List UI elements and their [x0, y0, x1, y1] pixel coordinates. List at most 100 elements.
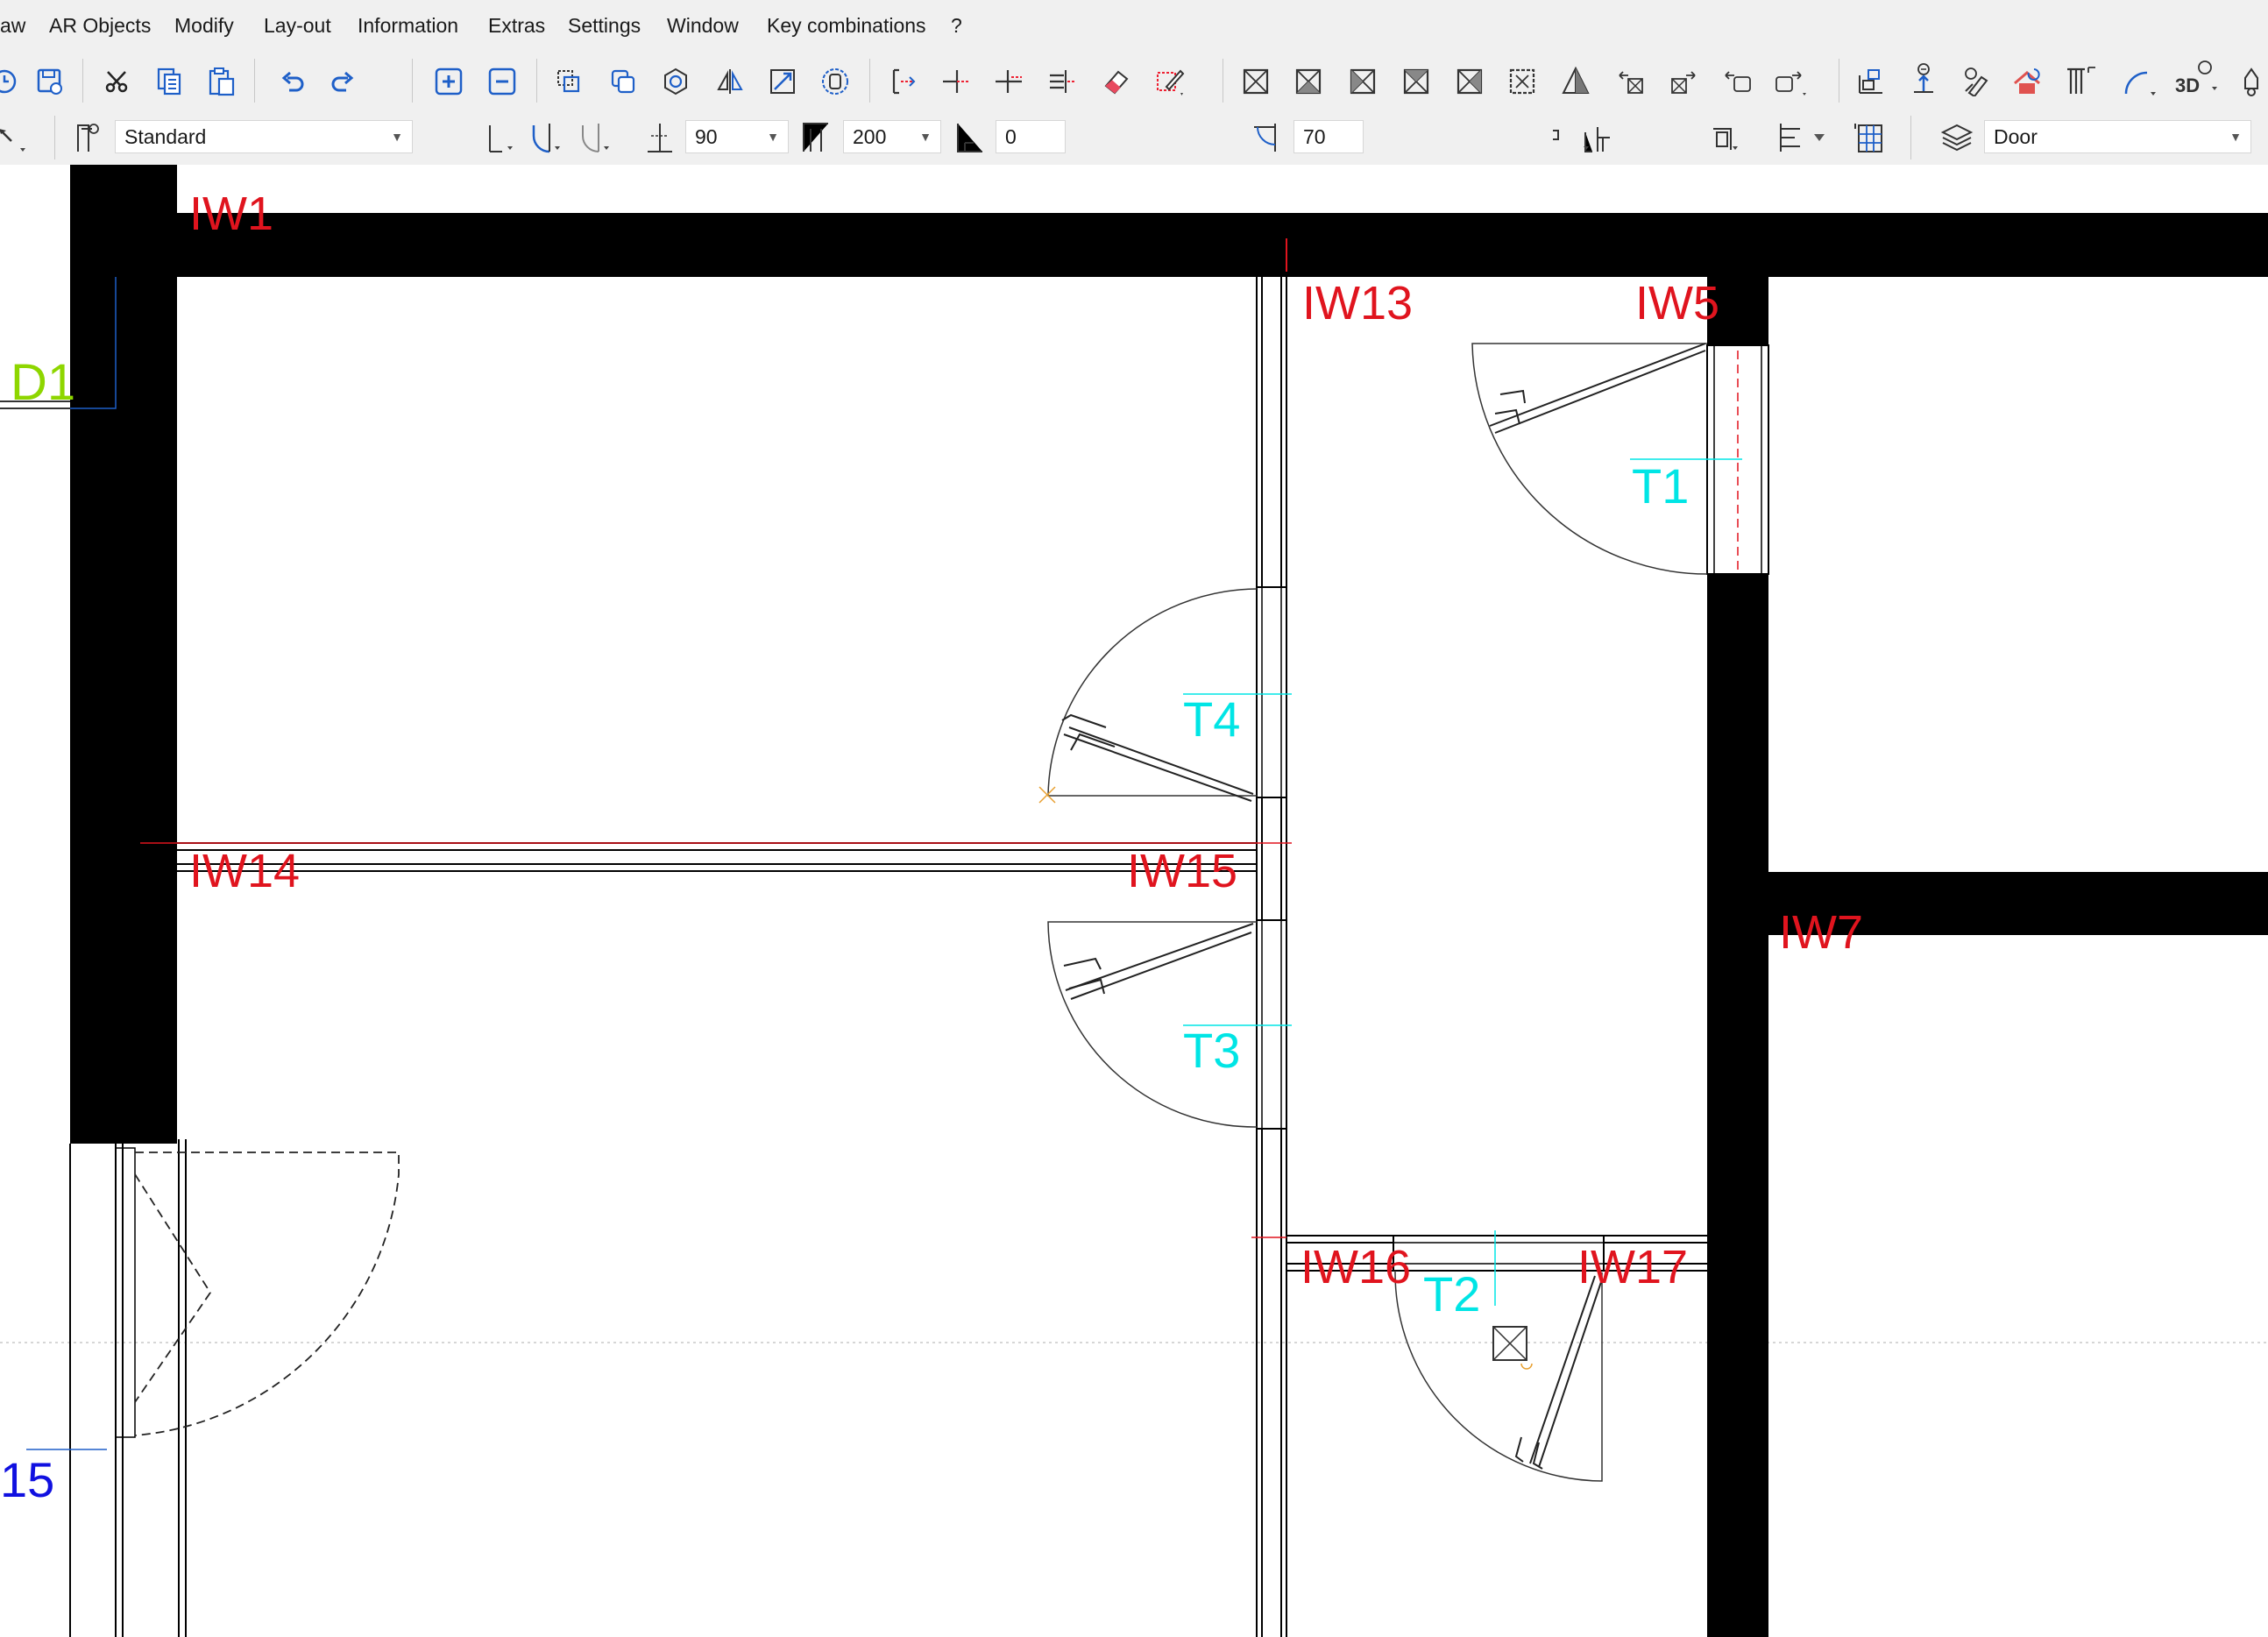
wall-iw14[interactable] [177, 842, 1257, 872]
clock-icon[interactable] [0, 61, 25, 102]
duplicate-icon[interactable] [603, 61, 643, 102]
roof-icon[interactable] [2007, 61, 2047, 102]
redo-icon[interactable] [322, 61, 363, 102]
label-iw7: IW7 [1779, 906, 1863, 959]
copy-properties-icon[interactable] [1851, 61, 1891, 102]
door-t2-marker [1520, 1363, 1533, 1370]
arc-icon[interactable] [2121, 61, 2161, 102]
light-icon[interactable] [2231, 61, 2268, 102]
width-field[interactable]: 70 [1293, 120, 1364, 153]
ortho-icon[interactable] [815, 61, 855, 102]
angle-field[interactable]: 90 ▼ [685, 120, 789, 153]
wall-left[interactable] [70, 165, 177, 1144]
move-right-2-icon[interactable] [1770, 61, 1811, 102]
frame-icon[interactable] [1704, 117, 1744, 158]
label-iw17: IW17 [1577, 1241, 1688, 1293]
move-left-icon[interactable] [1611, 61, 1651, 102]
toolbar-separator [1910, 116, 1911, 159]
menu-ar-objects[interactable]: AR Objects [49, 0, 151, 51]
edit-pen-icon[interactable] [1150, 61, 1190, 102]
drawing-canvas[interactable]: IW1 IW13 IW5 IW14 IW15 IW7 IW16 IW17 T1 … [0, 165, 2268, 1637]
angle-icon[interactable] [640, 117, 680, 158]
view-3d-label: 3D [2175, 74, 2200, 96]
door-t4-opening[interactable] [1256, 586, 1287, 798]
height-icon[interactable] [796, 117, 836, 158]
stairs-icon[interactable] [1577, 117, 1618, 158]
box-5-icon[interactable] [1449, 61, 1490, 102]
scale-icon[interactable] [762, 61, 803, 102]
door-arc-outline-icon[interactable] [575, 117, 615, 158]
pyramid-icon[interactable] [1556, 61, 1596, 102]
label-iw14: IW14 [189, 845, 300, 897]
copy-icon[interactable] [149, 61, 189, 102]
alignment-icon[interactable] [1774, 117, 1835, 158]
wall-iw5-lower[interactable] [1707, 574, 1768, 1637]
split-icon[interactable] [1041, 61, 1081, 102]
chevron-down-icon: ▼ [767, 130, 779, 144]
bracket-icon[interactable] [1537, 117, 1577, 158]
move-right-icon[interactable] [1663, 61, 1704, 102]
height-value: 200 [853, 125, 887, 148]
menu-settings[interactable]: Settings [568, 0, 641, 51]
label-iw15: IW15 [1127, 845, 1237, 897]
offset-field[interactable]: 0 [996, 120, 1066, 153]
label-t2: T2 [1423, 1266, 1480, 1322]
chevron-down-icon: ▼ [2229, 130, 2242, 144]
door-swing-icon[interactable] [478, 117, 519, 158]
label-t4: T4 [1183, 691, 1240, 747]
column-icon[interactable] [2061, 61, 2101, 102]
menu-draw[interactable]: aw [0, 0, 25, 51]
door-leaf-left[interactable] [115, 1147, 136, 1438]
eraser-icon[interactable] [1095, 61, 1136, 102]
cut-icon[interactable] [96, 61, 137, 102]
door-style-icon[interactable] [67, 117, 107, 158]
box-4-icon[interactable] [1396, 61, 1436, 102]
mirror-icon[interactable] [710, 61, 750, 102]
elevation-icon[interactable] [1903, 58, 1944, 98]
extend-icon[interactable] [989, 61, 1029, 102]
paint-icon[interactable] [1956, 61, 1996, 102]
menu-window[interactable]: Window [667, 0, 739, 51]
toolbar-separator [412, 59, 413, 103]
door-t2-leaf [1529, 1275, 1603, 1468]
rotate-icon[interactable] [656, 61, 696, 102]
box-3-icon[interactable] [1343, 61, 1383, 102]
offset-icon[interactable] [950, 117, 990, 158]
menu-layout[interactable]: Lay-out [264, 0, 331, 51]
layers-icon[interactable] [1937, 117, 1977, 158]
width-icon[interactable] [1246, 117, 1286, 158]
menu-extras[interactable]: Extras [488, 0, 545, 51]
height-field[interactable]: 200 ▼ [843, 120, 941, 153]
door-t2-opening[interactable] [1393, 1235, 1605, 1272]
paste-icon[interactable] [202, 61, 242, 102]
move-left-2-icon[interactable] [1718, 61, 1758, 102]
select-arrow-icon[interactable] [0, 117, 30, 158]
undo-icon[interactable] [273, 61, 313, 102]
box-2-icon[interactable] [1288, 61, 1329, 102]
toolbar-separator [254, 59, 255, 103]
menu-modify[interactable]: Modify [174, 0, 234, 51]
menu-key-combinations[interactable]: Key combinations [767, 0, 926, 51]
box-6-icon[interactable] [1502, 61, 1542, 102]
layer-dropdown[interactable]: Door ▼ [1984, 120, 2251, 153]
style-dropdown[interactable]: Standard ▼ [115, 120, 413, 153]
wall-top-iw1[interactable] [177, 213, 2268, 277]
zoom-in-icon[interactable] [429, 61, 469, 102]
zoom-out-icon[interactable] [482, 61, 522, 102]
move-point-icon[interactable] [883, 61, 924, 102]
door-t4-marker [1038, 786, 1056, 804]
grid-window-icon[interactable] [1849, 117, 1889, 158]
menu-information[interactable]: Information [358, 0, 458, 51]
door-t3-opening[interactable] [1256, 919, 1287, 1130]
trim-icon[interactable] [936, 61, 976, 102]
offset-value: 0 [1005, 125, 1017, 148]
door-t3-leaf [1065, 923, 1254, 1000]
main-toolbar: 3D [0, 51, 2268, 110]
door-arc-icon[interactable] [526, 117, 566, 158]
menu-help[interactable]: ? [951, 0, 962, 51]
view-3d-icon[interactable]: 3D [2172, 58, 2224, 98]
copy-objects-icon[interactable] [549, 61, 589, 102]
door-t1-leaf [1489, 343, 1706, 434]
box-1-icon[interactable] [1236, 61, 1276, 102]
save-icon[interactable] [30, 61, 70, 102]
